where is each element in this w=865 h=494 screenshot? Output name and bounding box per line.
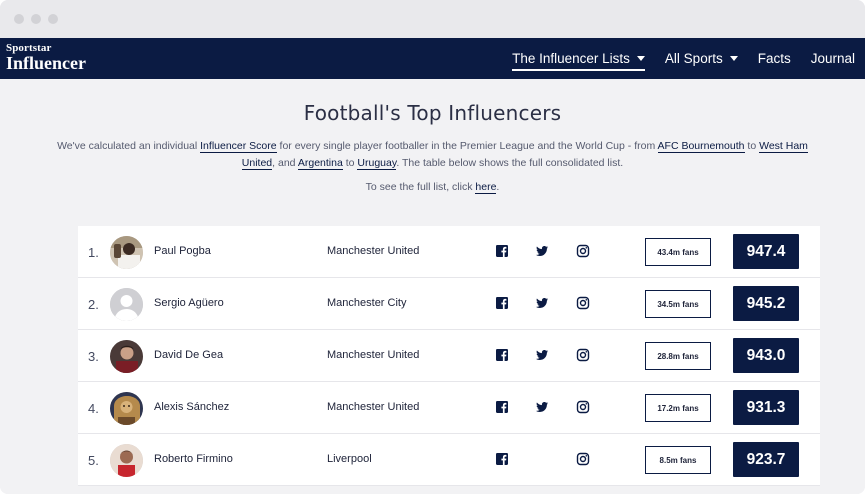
top-navbar: Sportstar Influencer The Influencer List… xyxy=(0,38,865,79)
browser-window: Sportstar Influencer The Influencer List… xyxy=(0,0,865,494)
player-name[interactable]: Paul Pogba xyxy=(154,245,211,257)
facebook-icon[interactable] xyxy=(495,244,509,258)
instagram-icon[interactable] xyxy=(576,244,590,258)
intro-text: to xyxy=(342,157,358,169)
window-dot-minimize[interactable] xyxy=(31,14,41,24)
intro-paragraph: We've calculated an individual Influence… xyxy=(53,138,813,172)
twitter-icon[interactable] xyxy=(535,244,549,258)
influencer-score: 947.4 xyxy=(733,234,799,269)
page-title: Football's Top Influencers xyxy=(303,101,562,125)
twitter-icon[interactable] xyxy=(535,400,549,414)
intro-text: We've calculated an individual xyxy=(57,140,201,152)
nav-item-label: Journal xyxy=(810,51,855,66)
see-full-prefix: To see the full list, click xyxy=(365,181,476,193)
influencer-score: 945.2 xyxy=(733,286,799,321)
nav-item-label: Facts xyxy=(757,51,791,66)
link-influencer-score[interactable]: Influencer Score xyxy=(200,140,277,153)
nav-item-influencer-lists[interactable]: The Influencer Lists xyxy=(512,51,645,71)
link-afc-bournemouth[interactable]: AFC Bournemouth xyxy=(657,140,745,153)
twitter-icon[interactable] xyxy=(535,296,549,310)
hero-section: Football's Top Influencers We've calcula… xyxy=(0,79,865,194)
instagram-icon[interactable] xyxy=(576,348,590,362)
browser-titlebar xyxy=(0,0,865,38)
avatar xyxy=(110,340,143,373)
nav-item-facts[interactable]: Facts xyxy=(758,51,791,66)
fans-badge: 8.5m fans xyxy=(645,446,711,474)
instagram-icon[interactable] xyxy=(576,296,590,310)
table-row[interactable]: 1. Paul Pogba Manchester United 43.4m fa… xyxy=(78,226,820,278)
nav-item-label: The Influencer Lists xyxy=(512,51,630,66)
club-name: Manchester City xyxy=(327,297,407,309)
link-full-list-here[interactable]: here xyxy=(475,181,497,194)
facebook-icon[interactable] xyxy=(495,348,509,362)
intro-text: to xyxy=(744,140,760,152)
caret-down-icon xyxy=(636,56,645,61)
rank-number: 3. xyxy=(88,349,99,364)
avatar xyxy=(110,392,143,425)
nav-item-journal[interactable]: Journal xyxy=(811,51,855,66)
player-name[interactable]: Alexis Sánchez xyxy=(154,401,229,413)
influencer-table: 1. Paul Pogba Manchester United 43.4m fa… xyxy=(78,226,820,486)
intro-text: for every single player footballer in th… xyxy=(276,140,658,152)
instagram-icon[interactable] xyxy=(576,400,590,414)
nav-item-all-sports[interactable]: All Sports xyxy=(665,51,738,66)
rank-number: 1. xyxy=(88,245,99,260)
intro-text: . The table below shows the full consoli… xyxy=(396,157,624,169)
table-row[interactable]: 4. Alexis Sánchez Manchester United 17.2… xyxy=(78,382,820,434)
influencer-score: 943.0 xyxy=(733,338,799,373)
rank-number: 4. xyxy=(88,401,99,416)
player-name[interactable]: David De Gea xyxy=(154,349,223,361)
caret-down-icon xyxy=(729,56,738,61)
facebook-icon[interactable] xyxy=(495,296,509,310)
fans-badge: 17.2m fans xyxy=(645,394,711,422)
table-row[interactable]: 2. Sergio Agüero Manchester City 34.5m f… xyxy=(78,278,820,330)
facebook-icon[interactable] xyxy=(495,452,509,466)
page-viewport: Sportstar Influencer The Influencer List… xyxy=(0,38,865,494)
link-argentina[interactable]: Argentina xyxy=(297,157,343,170)
table-row[interactable]: 5. Roberto Firmino Liverpool 8.5m fans 9… xyxy=(78,434,820,486)
club-name: Liverpool xyxy=(327,453,372,465)
fans-badge: 43.4m fans xyxy=(645,238,711,266)
facebook-icon[interactable] xyxy=(495,400,509,414)
avatar xyxy=(110,288,143,321)
influencer-score: 931.3 xyxy=(733,390,799,425)
nav-menu: The Influencer Lists All Sports Facts Jo… xyxy=(502,38,865,79)
influencer-score: 923.7 xyxy=(733,442,799,477)
twitter-icon[interactable] xyxy=(535,348,549,362)
avatar xyxy=(110,444,143,477)
see-full-suffix: . xyxy=(496,181,500,193)
player-name[interactable]: Sergio Agüero xyxy=(154,297,224,309)
brand-logo-bottom: Influencer xyxy=(6,53,86,73)
table-row[interactable]: 3. David De Gea Manchester United 28.8m … xyxy=(78,330,820,382)
fans-badge: 28.8m fans xyxy=(645,342,711,370)
nav-item-label: All Sports xyxy=(664,51,723,66)
brand-logo[interactable]: Sportstar Influencer xyxy=(6,43,86,73)
club-name: Manchester United xyxy=(327,245,420,257)
link-uruguay[interactable]: Uruguay xyxy=(357,157,397,170)
player-name[interactable]: Roberto Firmino xyxy=(154,453,233,465)
club-name: Manchester United xyxy=(327,349,420,361)
window-dot-close[interactable] xyxy=(14,14,24,24)
rank-number: 2. xyxy=(88,297,99,312)
rank-number: 5. xyxy=(88,453,99,468)
see-full-list-text: To see the full list, click here. xyxy=(0,181,865,194)
window-dot-maximize[interactable] xyxy=(48,14,58,24)
fans-badge: 34.5m fans xyxy=(645,290,711,318)
club-name: Manchester United xyxy=(327,401,420,413)
intro-text: , and xyxy=(272,157,298,169)
avatar xyxy=(110,236,143,269)
instagram-icon[interactable] xyxy=(576,452,590,466)
